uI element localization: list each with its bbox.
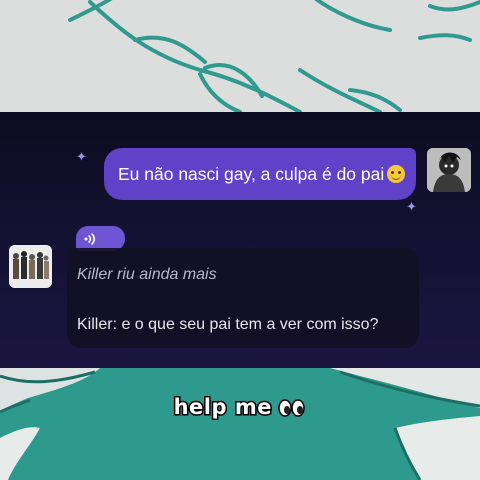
- sparkle-icon: ✦: [76, 149, 87, 164]
- slightly-smiling-face-icon: [387, 165, 406, 183]
- chat-panel: ✦ ✦ ✦ Eu não nasci gay, a culpa é do pai: [0, 112, 480, 368]
- caption-text: help me: [172, 394, 273, 421]
- sparkle-icon: ✦: [406, 199, 417, 214]
- character-avatar-image: [9, 245, 52, 288]
- character-message-bubble: Killer riu ainda mais Killer: e o que se…: [67, 248, 419, 348]
- background-drawing-bottom: [0, 368, 480, 480]
- background-drawing-top: [0, 0, 480, 112]
- user-message-text: Eu não nasci gay, a culpa é do pai: [118, 163, 385, 184]
- user-avatar[interactable]: [427, 148, 471, 192]
- user-message-bubble: Eu não nasci gay, a culpa é do pai: [104, 148, 416, 200]
- white-doodle-shapes: [0, 368, 480, 480]
- character-action-text: Killer riu ainda mais: [77, 266, 217, 283]
- sound-wave-icon: [84, 232, 96, 245]
- user-avatar-image: [427, 148, 471, 192]
- eyes-icon: [278, 399, 306, 417]
- video-caption: help me: [0, 394, 480, 421]
- teal-doodle-lines: [68, 0, 480, 112]
- character-avatar[interactable]: [9, 245, 52, 288]
- character-speech-text: Killer: e o que seu pai tem a ver com is…: [77, 316, 379, 333]
